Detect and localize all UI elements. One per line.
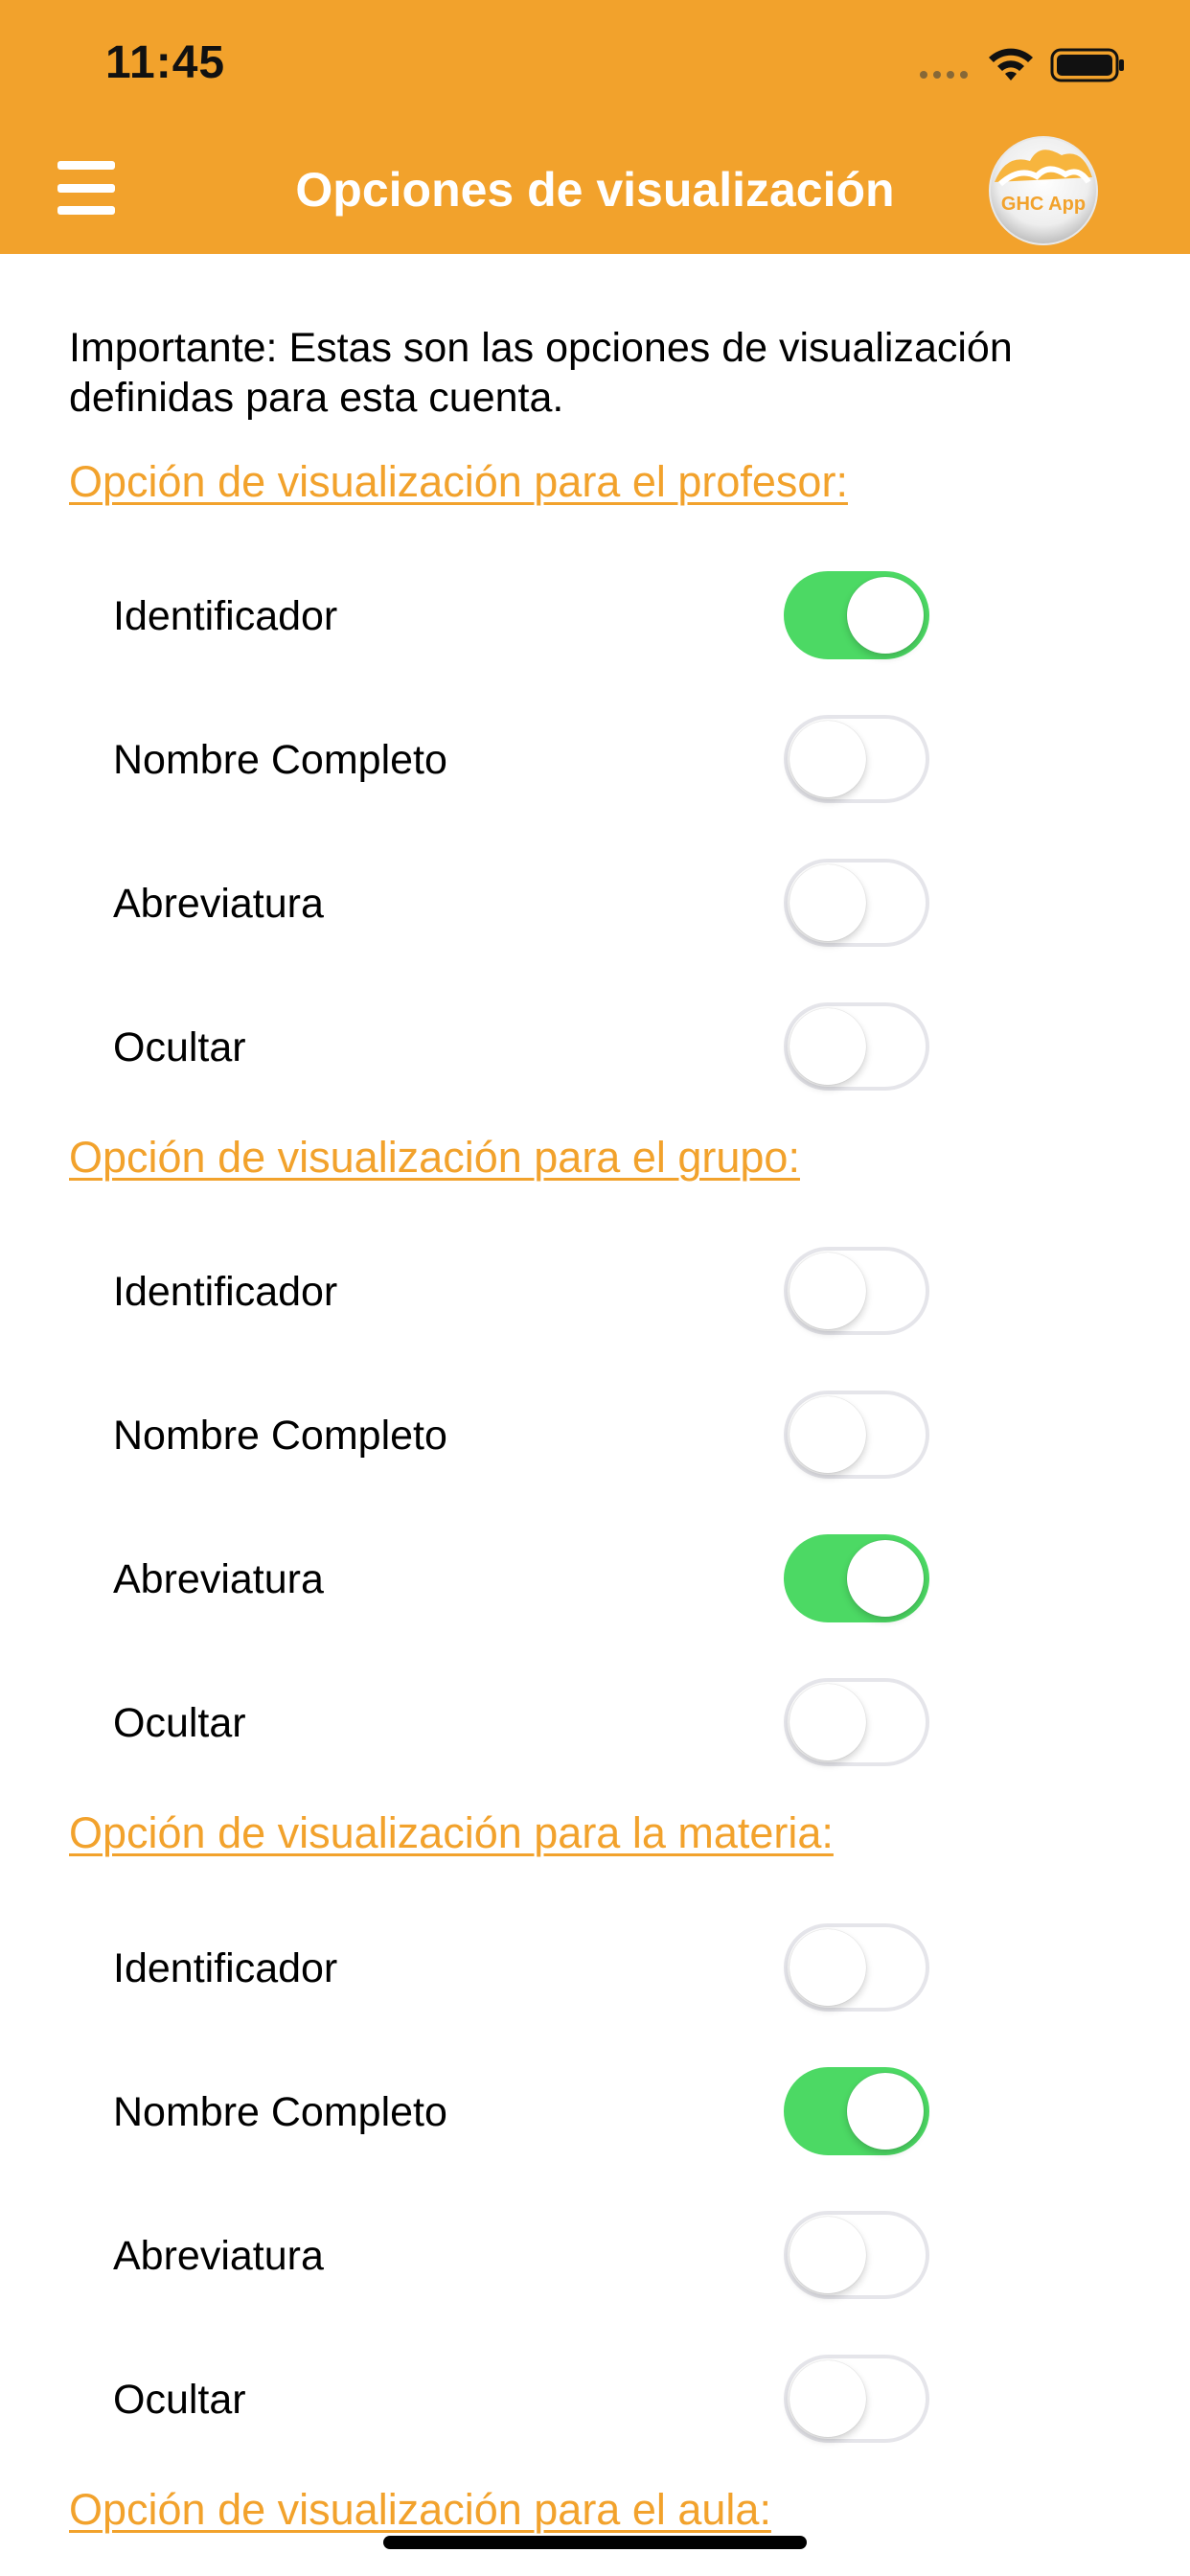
option-row-profesor-ocultar: Ocultar — [0, 979, 1190, 1114]
toggle-switch[interactable] — [784, 571, 929, 659]
switch-knob — [790, 2360, 866, 2437]
toggle-switch[interactable] — [784, 1247, 929, 1335]
section-title-materia: Opción de visualización para la materia: — [69, 1808, 834, 1857]
switch-knob — [790, 1008, 866, 1085]
toggle-switch[interactable] — [784, 2355, 929, 2443]
status-time: 11:45 — [105, 37, 226, 88]
option-label: Identificador — [113, 1269, 338, 1315]
option-label: Ocultar — [113, 1024, 246, 1070]
switch-knob — [790, 1396, 866, 1473]
switch-knob — [790, 1929, 866, 2006]
option-row-grupo-abreviatura: Abreviatura — [0, 1511, 1190, 1645]
option-row-profesor-nombre-completo: Nombre Completo — [0, 692, 1190, 826]
option-label: Nombre Completo — [113, 737, 447, 783]
section-title-aula: Opción de visualización para el aula: — [69, 2485, 771, 2534]
wifi-icon — [989, 48, 1033, 80]
section-title-profesor: Opción de visualización para el profesor… — [69, 457, 848, 506]
toggle-switch[interactable] — [784, 859, 929, 947]
option-label: Ocultar — [113, 2377, 246, 2423]
switch-knob — [790, 2217, 866, 2293]
toggle-switch[interactable] — [784, 2067, 929, 2155]
switch-knob — [847, 577, 924, 654]
switch-knob — [790, 1253, 866, 1329]
option-row-grupo-identificador: Identificador — [0, 1224, 1190, 1358]
logo-icon — [989, 136, 1098, 245]
intro-text: Importante: Estas son las opciones de vi… — [69, 325, 1013, 421]
switch-knob — [790, 1684, 866, 1760]
toggle-switch[interactable] — [784, 1923, 929, 2012]
option-label: Abreviatura — [113, 881, 324, 927]
option-label: Nombre Completo — [113, 2089, 447, 2135]
option-label: Abreviatura — [113, 2233, 324, 2279]
option-row-materia-nombre-completo: Nombre Completo — [0, 2044, 1190, 2178]
option-label: Ocultar — [113, 1700, 246, 1746]
option-row-grupo-ocultar: Ocultar — [0, 1655, 1190, 1789]
top-bar: 11:45 Opciones de visualización GHC App — [0, 0, 1190, 254]
option-label: Nombre Completo — [113, 1413, 447, 1459]
option-label: Identificador — [113, 593, 338, 639]
option-row-materia-abreviatura: Abreviatura — [0, 2188, 1190, 2322]
toggle-switch[interactable] — [784, 1534, 929, 1622]
option-row-materia-identificador: Identificador — [0, 1900, 1190, 2035]
switch-knob — [790, 864, 866, 941]
option-row-profesor-identificador: Identificador — [0, 548, 1190, 682]
option-row-materia-ocultar: Ocultar — [0, 2332, 1190, 2466]
toggle-switch[interactable] — [784, 1678, 929, 1766]
toggle-switch[interactable] — [784, 2211, 929, 2299]
toggle-switch[interactable] — [784, 1002, 929, 1091]
switch-knob — [847, 2073, 924, 2150]
logo-text: GHC App — [1000, 194, 1087, 215]
signal-dots-icon — [920, 71, 968, 79]
toggle-switch[interactable] — [784, 1391, 929, 1479]
option-label: Abreviatura — [113, 1556, 324, 1602]
option-label: Identificador — [113, 1945, 338, 1991]
switch-knob — [790, 721, 866, 797]
toggle-switch[interactable] — [784, 715, 929, 803]
home-indicator[interactable] — [383, 2536, 807, 2549]
option-row-profesor-abreviatura: Abreviatura — [0, 836, 1190, 970]
option-row-grupo-nombre-completo: Nombre Completo — [0, 1368, 1190, 1502]
app-logo[interactable]: GHC App — [987, 134, 1100, 247]
battery-icon — [1050, 48, 1124, 82]
switch-knob — [847, 1540, 924, 1617]
section-title-grupo: Opción de visualización para el grupo: — [69, 1133, 800, 1182]
